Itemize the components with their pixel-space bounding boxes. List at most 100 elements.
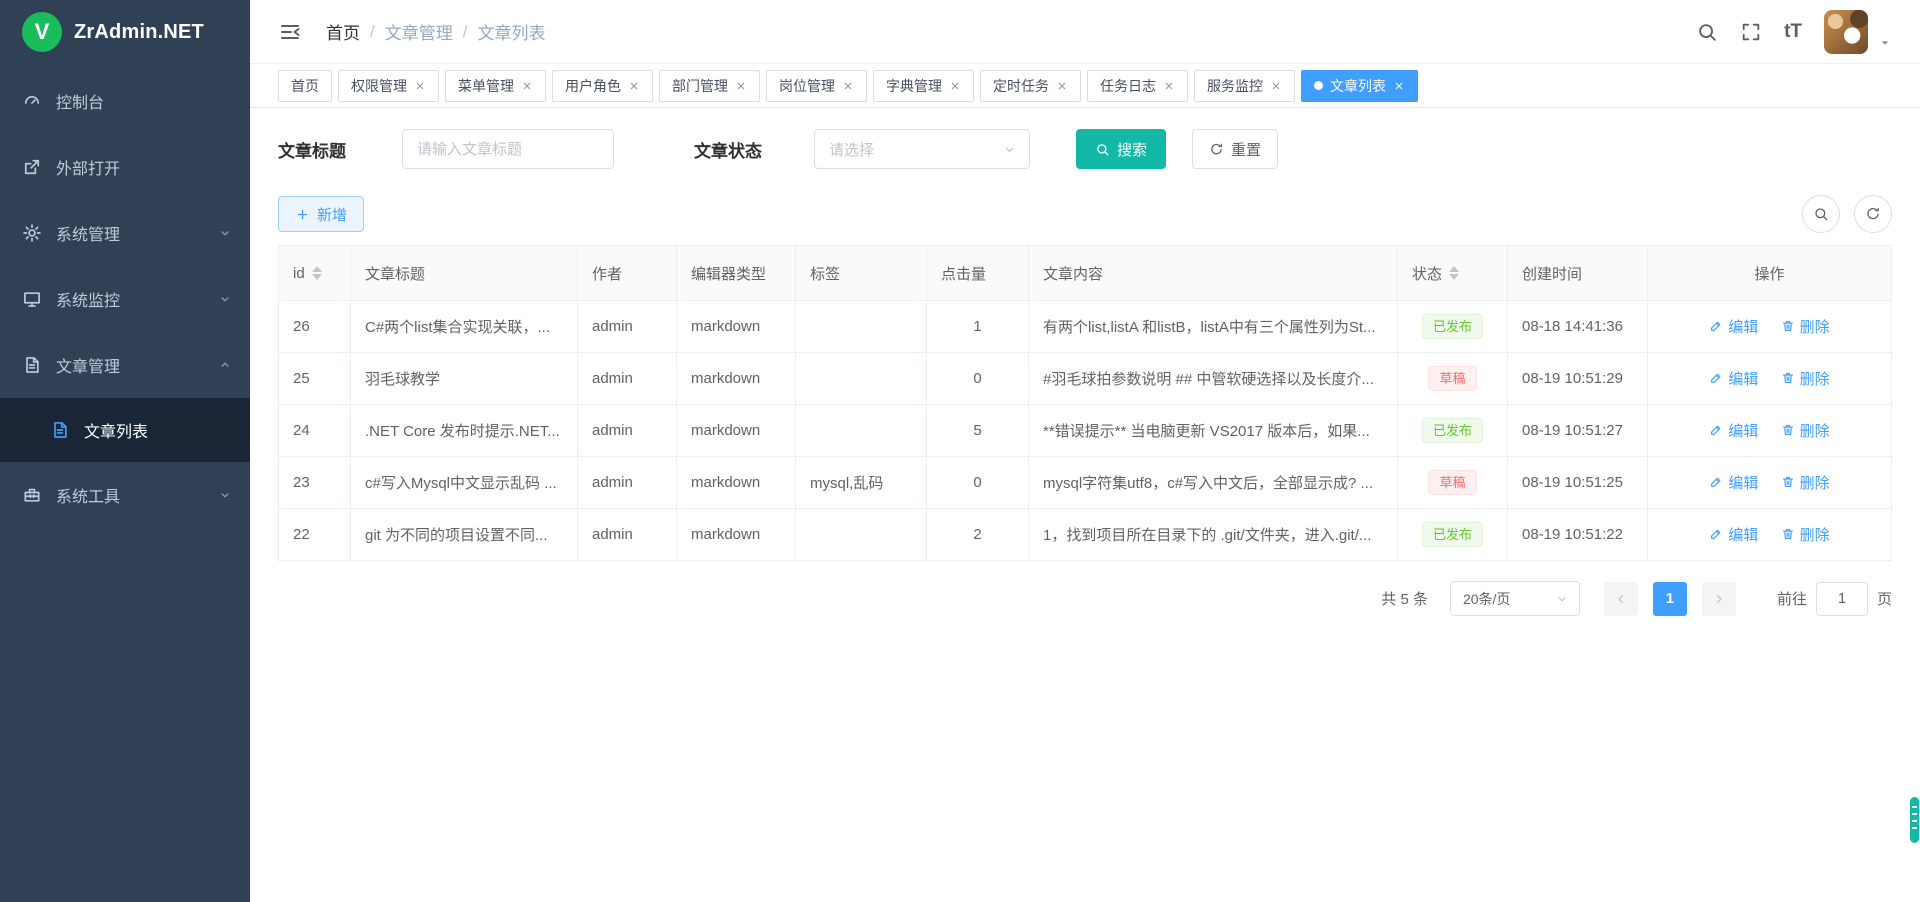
search-button[interactable]: 搜索 [1076, 129, 1166, 169]
tag-tab-label: 任务日志 [1100, 76, 1156, 96]
tag-tab[interactable]: 部门管理 [659, 70, 760, 102]
article-status-select[interactable]: 请选择 [814, 129, 1030, 169]
caret-down-icon[interactable] [1878, 36, 1892, 50]
sidebar-item[interactable]: 系统监控 [0, 266, 250, 332]
refresh-table-button[interactable] [1854, 195, 1892, 233]
close-icon[interactable] [1393, 80, 1405, 92]
tag-tab[interactable]: 用户角色 [552, 70, 653, 102]
logo-letter: V [35, 19, 50, 45]
column-label: 操作 [1754, 263, 1784, 284]
edit-link-label: 编辑 [1728, 316, 1758, 337]
close-icon[interactable] [949, 80, 961, 92]
scrollbar-thumb[interactable] [1910, 797, 1919, 843]
close-icon[interactable] [628, 80, 640, 92]
edit-link[interactable]: 编辑 [1709, 524, 1758, 545]
delete-link[interactable]: 删除 [1781, 472, 1830, 493]
goto-label: 前往 [1777, 588, 1807, 609]
close-icon[interactable] [1270, 80, 1282, 92]
table-row: 25 羽毛球教学 admin markdown 0 #羽毛球拍参数说明 ## 中… [279, 353, 1892, 405]
sidebar-item-icon [22, 355, 42, 375]
table-column-header: 操作 [1648, 246, 1892, 301]
goto-page-input[interactable] [1816, 582, 1868, 616]
cell-clicks: 0 [927, 457, 1029, 509]
sort-ascending-icon[interactable] [312, 266, 322, 272]
reset-button[interactable]: 重置 [1192, 129, 1278, 169]
column-label: 作者 [592, 263, 622, 284]
sidebar-item[interactable]: 文章列表 [0, 398, 250, 462]
edit-link[interactable]: 编辑 [1709, 316, 1758, 337]
delete-link[interactable]: 删除 [1781, 524, 1830, 545]
close-icon[interactable] [1163, 80, 1175, 92]
delete-link[interactable]: 删除 [1781, 368, 1830, 389]
sidebar-item[interactable]: 控制台 [0, 68, 250, 134]
search-icon [1813, 206, 1829, 222]
breadcrumb-item[interactable]: 首页 / [326, 19, 385, 44]
edit-link[interactable]: 编辑 [1709, 420, 1758, 441]
cell-status: 已发布 [1398, 301, 1508, 353]
breadcrumb-item[interactable]: 文章管理 / [385, 19, 478, 44]
font-size-icon[interactable]: tT [1784, 21, 1802, 43]
add-button[interactable]: 新增 [278, 196, 364, 232]
page-unit-label: 页 [1877, 588, 1892, 609]
sidebar-item[interactable]: 外部打开 [0, 134, 250, 200]
status-badge: 草稿 [1428, 366, 1476, 392]
column-label: 状态 [1412, 263, 1442, 284]
close-icon[interactable] [1056, 80, 1068, 92]
close-icon[interactable] [842, 80, 854, 92]
sort-ascending-icon[interactable] [1449, 266, 1459, 272]
sort-descending-icon[interactable] [312, 274, 322, 280]
chevron-down-icon [218, 226, 232, 240]
sort-descending-icon[interactable] [1449, 274, 1459, 280]
close-icon[interactable] [414, 80, 426, 92]
cell-title: c#写入Mysql中文显示乱码 ... [351, 457, 578, 509]
delete-link-label: 删除 [1800, 420, 1830, 441]
next-page-button[interactable] [1702, 582, 1736, 616]
page-number-button[interactable]: 1 [1653, 582, 1687, 616]
cell-status: 已发布 [1398, 509, 1508, 561]
delete-link[interactable]: 删除 [1781, 316, 1830, 337]
sidebar-item[interactable]: 系统工具 [0, 462, 250, 528]
chevron-right-icon [1711, 591, 1727, 607]
tag-tab[interactable]: 权限管理 [338, 70, 439, 102]
tag-tab[interactable]: 任务日志 [1087, 70, 1188, 102]
cell-clicks: 5 [927, 405, 1029, 457]
toggle-search-button[interactable] [1802, 195, 1840, 233]
cell-title: 羽毛球教学 [351, 353, 578, 405]
edit-link[interactable]: 编辑 [1709, 368, 1758, 389]
tag-tab[interactable]: 字典管理 [873, 70, 974, 102]
sort-control[interactable] [312, 266, 322, 280]
tag-tab[interactable]: 岗位管理 [766, 70, 867, 102]
tag-tab[interactable]: 文章列表 [1301, 70, 1418, 102]
cell-tags: mysql,乱码 [796, 457, 927, 509]
search-button-label: 搜索 [1117, 139, 1147, 160]
article-title-label: 文章标题 [278, 137, 346, 162]
cell-author: admin [578, 405, 677, 457]
sort-control[interactable] [1449, 266, 1459, 280]
breadcrumb-item[interactable]: 文章列表 / [477, 19, 545, 44]
tag-tab[interactable]: 菜单管理 [445, 70, 546, 102]
table-toolbar: 新增 [278, 195, 1892, 233]
sidebar-item-icon [22, 157, 42, 177]
close-icon[interactable] [735, 80, 747, 92]
page-size-select[interactable]: 20条/页 [1450, 581, 1580, 616]
sidebar-fold-icon[interactable] [278, 20, 302, 44]
user-avatar[interactable] [1824, 10, 1868, 54]
app-logo[interactable]: V ZrAdmin.NET [0, 0, 250, 64]
tag-tab[interactable]: 定时任务 [980, 70, 1081, 102]
cell-editor-type: markdown [677, 405, 796, 457]
edit-link[interactable]: 编辑 [1709, 472, 1758, 493]
sidebar-item-label: 外部打开 [56, 155, 120, 179]
search-icon[interactable] [1696, 21, 1718, 43]
active-dot [1314, 81, 1323, 90]
delete-link[interactable]: 删除 [1781, 420, 1830, 441]
close-icon[interactable] [521, 80, 533, 92]
tag-tab[interactable]: 首页 [278, 70, 332, 102]
sidebar-item[interactable]: 系统管理 [0, 200, 250, 266]
article-title-input[interactable] [402, 129, 614, 169]
cell-actions: 编辑 删除 [1648, 405, 1892, 457]
sidebar-item[interactable]: 文章管理 [0, 332, 250, 398]
fullscreen-icon[interactable] [1740, 21, 1762, 43]
tag-tab[interactable]: 服务监控 [1194, 70, 1295, 102]
table-header-row: id 文章标题 [279, 246, 1892, 301]
prev-page-button[interactable] [1604, 582, 1638, 616]
